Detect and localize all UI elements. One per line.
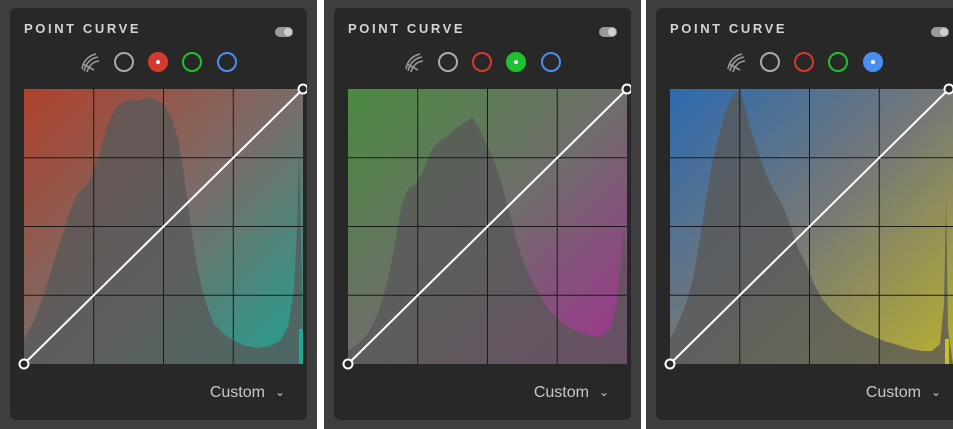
channel-selector <box>334 50 631 74</box>
curve-point-white[interactable] <box>297 83 308 95</box>
green-channel-button[interactable] <box>506 52 526 72</box>
rgb-channel-button[interactable] <box>438 52 458 72</box>
point-curve-panel: POINT CURVE Custom ⌄ <box>10 8 307 420</box>
curve-graph[interactable] <box>18 83 307 370</box>
preset-label: Custom <box>209 384 265 401</box>
parametric-icon[interactable] <box>403 50 425 74</box>
red-channel-button[interactable] <box>794 52 814 72</box>
rgb-channel-button[interactable] <box>760 52 780 72</box>
green-channel-button[interactable] <box>182 52 202 72</box>
panel-title: POINT CURVE <box>348 21 466 36</box>
point-curve-panel: POINT CURVE Custom ⌄ <box>334 8 631 420</box>
clipping-bar <box>299 329 303 364</box>
curve-point-black[interactable] <box>664 358 676 370</box>
blue-channel-button[interactable] <box>863 52 883 72</box>
preset-label: Custom <box>865 384 921 401</box>
curve-point-white[interactable] <box>621 83 632 95</box>
curve-graph[interactable] <box>664 83 953 370</box>
channel-selector <box>656 50 953 74</box>
green-channel-button[interactable] <box>828 52 848 72</box>
panel-title: POINT CURVE <box>24 21 142 36</box>
curve-point-black[interactable] <box>342 358 354 370</box>
panel-toggle[interactable] <box>599 27 617 37</box>
curve-point-white[interactable] <box>943 83 953 95</box>
parametric-icon[interactable] <box>79 50 101 74</box>
chevron-down-icon: ⌄ <box>598 385 609 399</box>
red-channel-button[interactable] <box>472 52 492 72</box>
preset-dropdown[interactable]: Custom ⌄ <box>534 384 609 402</box>
chevron-down-icon: ⌄ <box>274 385 285 399</box>
point-curve-frame-blue: POINT CURVE Custom ⌄ <box>646 0 953 429</box>
channel-selector <box>10 50 307 74</box>
blue-channel-button[interactable] <box>217 52 237 72</box>
panel-toggle[interactable] <box>931 27 949 37</box>
parametric-icon[interactable] <box>725 50 747 74</box>
point-curve-frame-green: POINT CURVE Custom ⌄ <box>324 0 641 429</box>
point-curve-frame-red: POINT CURVE Custom ⌄ <box>0 0 317 429</box>
clipping-bar <box>945 339 949 364</box>
chevron-down-icon: ⌄ <box>930 385 941 399</box>
red-channel-button[interactable] <box>148 52 168 72</box>
preset-dropdown[interactable]: Custom ⌄ <box>866 384 941 402</box>
panel-title: POINT CURVE <box>670 21 788 36</box>
curve-point-black[interactable] <box>18 358 30 370</box>
point-curve-panel: POINT CURVE Custom ⌄ <box>656 8 953 420</box>
preset-label: Custom <box>533 384 589 401</box>
preset-dropdown[interactable]: Custom ⌄ <box>210 384 285 402</box>
rgb-channel-button[interactable] <box>114 52 134 72</box>
panel-toggle[interactable] <box>275 27 293 37</box>
blue-channel-button[interactable] <box>541 52 561 72</box>
curve-graph[interactable] <box>342 83 631 370</box>
